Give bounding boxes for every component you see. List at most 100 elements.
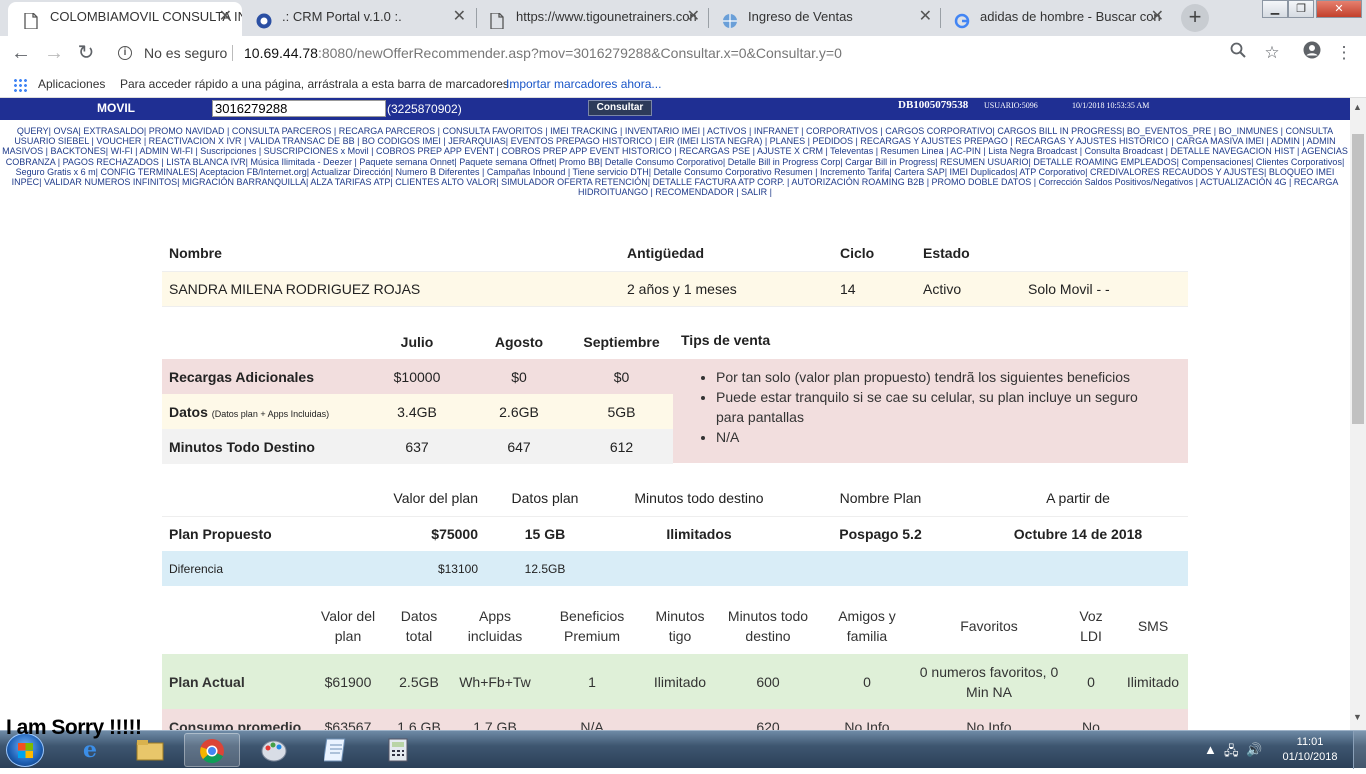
account-icon[interactable] [1300,41,1324,65]
network-icon[interactable]: 🖧 [1224,742,1239,764]
import-bookmarks-link[interactable]: Importar marcadores ahora... [506,70,661,98]
cell-value: No [1082,718,1100,731]
header-agosto: Agosto [494,333,544,350]
new-tab-button[interactable]: + [1181,4,1209,32]
row-label: Plan Propuesto [169,525,272,542]
header-nombre: Nombre [162,236,620,272]
tip-item: Por tan solo (valor plan propuesto) tend… [716,367,1168,387]
close-tab-icon[interactable]: ✕ [1151,2,1164,32]
header-amigos: Amigos y familia [838,608,896,644]
header-estado: Estado [916,236,1021,272]
close-tab-icon[interactable]: ✕ [219,2,232,32]
tigo-favicon-icon [256,10,272,29]
apps-grid-icon[interactable] [13,78,27,92]
row-label: Consumo promedio [169,718,302,731]
tab-title: https://www.tigounetrainers.con [516,9,697,24]
close-tab-icon[interactable]: ✕ [919,2,932,32]
address-separator [232,45,233,61]
cell-value: $10000 [393,368,441,385]
tip-item: Puede estar tranquilo si se cae su celul… [716,387,1168,427]
clock[interactable]: 11:01 01/10/2018 [1274,735,1346,765]
page-content: MOVIL 3016279288 (3225870902) Consultar … [0,98,1350,730]
browser-toolbar: ← → ↻ i No es seguro 10.69.44.78:8080/ne… [0,36,1366,70]
info-icon[interactable]: i [118,46,132,60]
difference-data: 12.5GB [524,561,566,576]
movil-input[interactable]: 3016279288 [212,100,386,117]
tray-expand-icon[interactable]: ▲ [1204,742,1217,757]
star-icon[interactable]: ☆ [1260,41,1284,65]
proposed-plan-row: Plan Propuesto $75000 15 GB Ilimitados P… [162,516,1188,551]
cell-value: No Info [844,718,890,731]
minimize-button[interactable]: ▁ [1262,0,1288,18]
paint-icon[interactable] [246,733,302,767]
chrome-icon[interactable] [184,733,240,767]
customer-table: Nombre Antigüedad Ciclo Estado SANDRA MI… [162,236,1188,307]
close-window-button[interactable]: ✕ [1316,0,1362,18]
options-menu-links[interactable]: QUERY| OVSA| EXTRASALDO| PROMO NAVIDAD |… [0,126,1350,197]
scroll-down-icon[interactable]: ▼ [1353,712,1362,722]
proposed-data: 15 GB [524,525,566,542]
vertical-scrollbar[interactable]: ▲ ▼ [1350,98,1366,730]
cell-value: 2.6GB [499,403,539,420]
header-voz-ldi: Voz LDI [1079,608,1103,644]
header-favoritos: Favoritos [960,618,1018,634]
row-label: Minutos Todo Destino [169,438,315,455]
cell-value: 3.4GB [397,403,437,420]
tab-colombiamovil[interactable]: COLOMBIAMOVIL CONSULTA IN ✕ [8,2,242,36]
proposed-plan-table: Valor del plan Datos plan Minutos todo d… [162,481,1188,586]
header-minutos-tigo: Minutos tigo [655,608,705,644]
close-tab-icon[interactable]: ✕ [453,2,466,32]
apps-link[interactable]: Aplicaciones [38,70,105,98]
row-note: (Datos plan + Apps Incluidas) [211,408,330,419]
zoom-icon[interactable] [1226,41,1250,65]
row-label: Diferencia [169,561,224,576]
header-valor-plan: Valor del plan [393,490,478,507]
menu-kebab-icon[interactable]: ⋮ [1332,41,1356,65]
security-label: No es seguro [144,45,228,61]
scroll-up-icon[interactable]: ▲ [1353,102,1362,112]
clock-time: 11:01 [1296,736,1324,748]
tab-title: adidas de hombre - Buscar con [980,9,1161,24]
calculator-icon[interactable] [370,733,426,767]
consultar-button[interactable]: Consultar [588,100,652,116]
volume-icon[interactable]: 🔊 [1246,742,1262,758]
cell-value: 5GB [607,403,636,420]
difference-empty [793,551,968,586]
url-text[interactable]: 10.69.44.78:8080/newOfferRecommender.asp… [244,41,842,65]
bookmarks-hint: Para acceder rápido a una página, arrást… [120,77,513,91]
forward-icon[interactable]: → [42,41,66,65]
tip-item: N/A [716,427,1168,447]
table-header-row: Julio Agosto Septiembre [162,324,673,359]
average-consumption-row: Consumo promedio $63567 1.6 GB 1.7 GB N/… [162,709,1188,730]
cell-value: 0 [1087,673,1095,690]
row-label: Plan Actual [169,673,245,690]
tab-ingreso-ventas[interactable]: Ingreso de Ventas ✕ [706,2,942,36]
cell-value: 0 numeros favoritos, 0 Min NA [919,664,1059,700]
tab-tigounetrainers[interactable]: https://www.tigounetrainers.con ✕ [474,2,710,36]
row-label-cell: Datos (Datos plan + Apps Incluidas) [162,394,366,429]
tab-title: .: CRM Portal v.1.0 :. [282,9,402,24]
cell-value: $0 [511,368,527,385]
header-a-partir-de: A partir de [1046,490,1110,507]
back-icon[interactable]: ← [9,41,33,65]
tab-google-search[interactable]: adidas de hombre - Buscar con ✕ [938,2,1174,36]
cell-value: $0 [613,368,630,385]
maximize-button[interactable]: ❐ [1288,0,1314,18]
header-apps: Apps incluidas [467,608,523,644]
show-desktop-button[interactable] [1353,731,1366,769]
cell-value: $61900 [324,673,372,690]
url-path: :8080/newOfferRecommender.asp?mov=301627… [317,45,842,61]
address-bar[interactable]: i No es seguro 10.69.44.78:8080/newOffer… [110,41,1290,65]
cell-value: 1 [588,673,596,690]
tab-strip: COLOMBIAMOVIL CONSULTA IN ✕ .: CRM Porta… [0,0,1366,36]
cell-value: 0 [863,673,871,690]
tab-crm-portal[interactable]: .: CRM Portal v.1.0 :. ✕ [240,2,476,36]
url-host: 10.69.44.78 [244,45,318,61]
difference-empty [605,551,793,586]
customer-service: Solo Movil - - [1021,271,1188,307]
close-tab-icon[interactable]: ✕ [687,2,700,32]
notepad-icon[interactable] [308,733,364,767]
header-antiguedad: Antigüedad [620,236,833,272]
scroll-thumb[interactable] [1352,134,1364,424]
reload-icon[interactable]: ↻ [74,41,98,65]
